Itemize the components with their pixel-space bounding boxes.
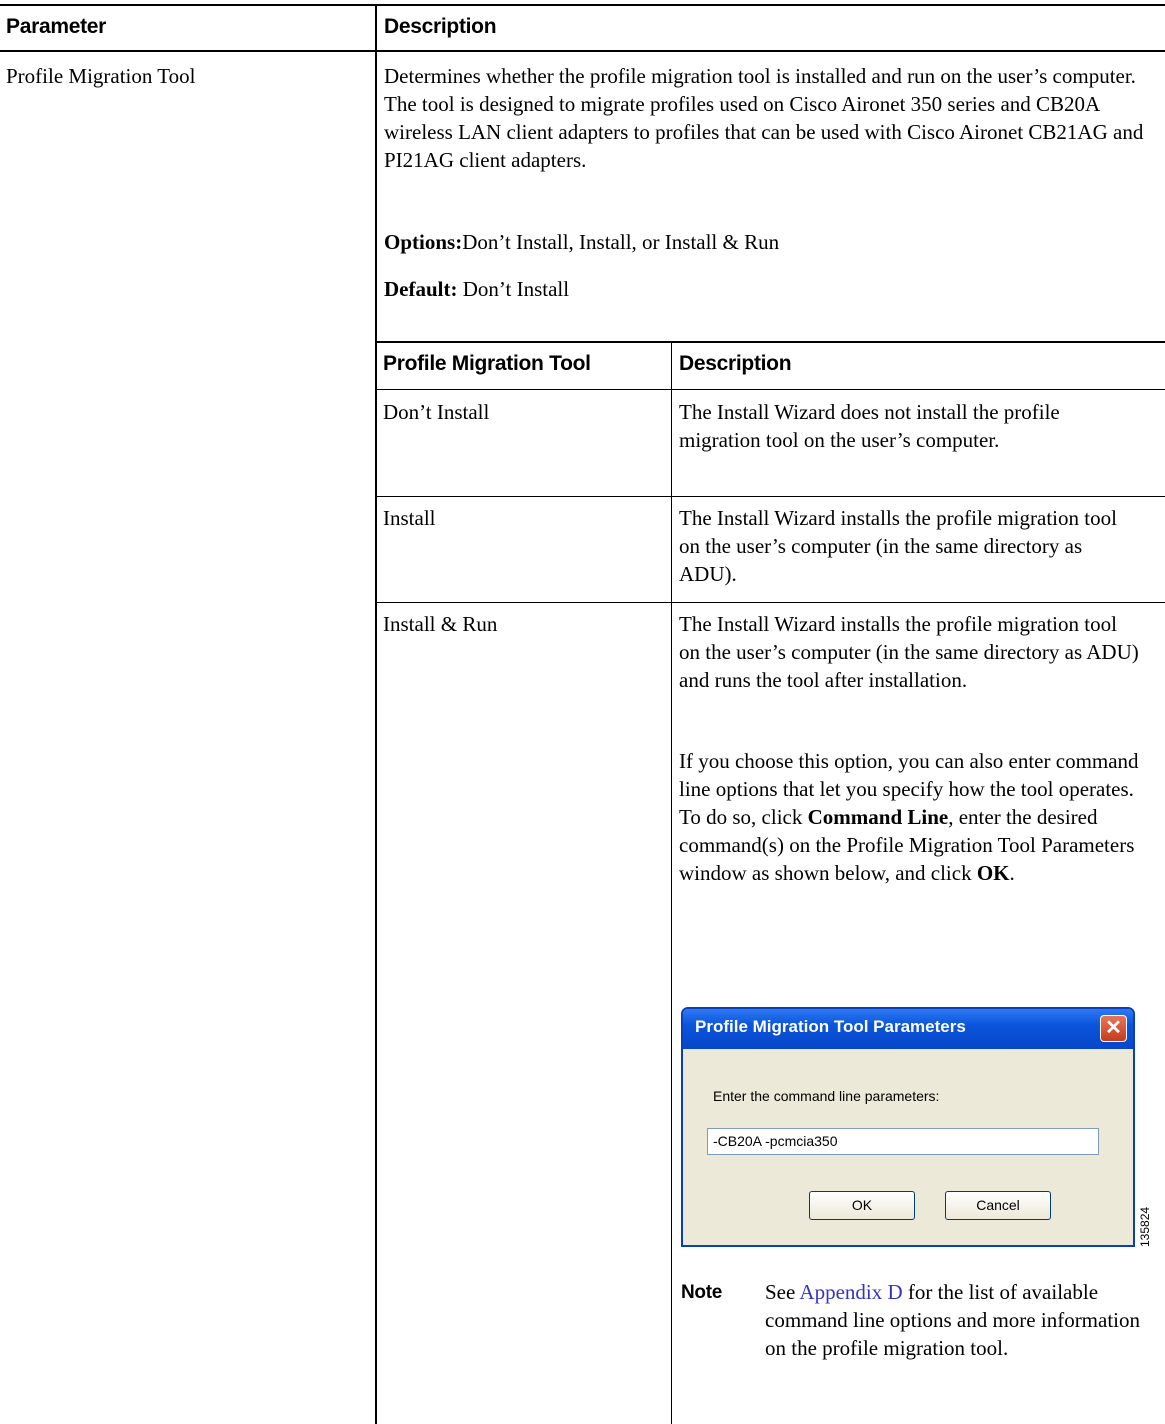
subtable-row-option: Don’t Install [383, 400, 490, 424]
install-run-text-part3: . [1009, 861, 1015, 885]
dialog-title-bar: Profile Migration Tool Parameters ✕ [683, 1009, 1133, 1049]
table-top-rule [0, 4, 1165, 6]
options-line: Options:Don’t Install, Install, or Insta… [384, 228, 779, 256]
parameter-name: Profile Migration Tool [6, 64, 196, 88]
subtable-top-rule [376, 341, 1165, 343]
header-description: Description [384, 15, 497, 38]
table-column-divider [375, 4, 377, 1424]
ok-label: OK [976, 861, 1010, 885]
install-run-extra-text: If you choose this option, you can also … [679, 747, 1149, 887]
subtable-header-rule [376, 389, 1165, 390]
options-label: Options: [384, 230, 463, 254]
ok-button[interactable]: OK [809, 1191, 915, 1220]
appendix-d-link[interactable]: Appendix D [799, 1280, 902, 1304]
parameter-description: Determines whether the profile migration… [384, 64, 1144, 172]
figure-id: 135824 [1138, 1206, 1152, 1247]
header-parameter: Parameter [6, 15, 107, 38]
subtable-row-option: Install [383, 506, 436, 530]
subtable-row2-rule [376, 602, 1165, 603]
subtable-row-description: The Install Wizard installs the profile … [679, 612, 1139, 692]
subtable-header-description: Description [679, 352, 792, 375]
profile-migration-dialog: Profile Migration Tool Parameters ✕ Ente… [681, 1007, 1135, 1247]
subtable-row1-rule [376, 496, 1165, 497]
table-header-rule [0, 50, 1165, 52]
subtable-column-divider [671, 341, 672, 1424]
note-text: See Appendix D for the list of available… [765, 1278, 1150, 1362]
subtable-row-description: The Install Wizard installs the profile … [679, 506, 1117, 586]
subtable-row-option: Install & Run [383, 612, 498, 636]
subtable-header-option: Profile Migration Tool [383, 352, 591, 375]
default-label: Default: [384, 277, 458, 301]
cancel-button[interactable]: Cancel [945, 1191, 1051, 1220]
note-text-part1: See [765, 1280, 800, 1304]
default-line: Default: Don’t Install [384, 275, 569, 303]
command-line-label: Command Line [807, 805, 949, 829]
dialog-title: Profile Migration Tool Parameters [695, 1017, 966, 1036]
default-value: Don’t Install [457, 277, 570, 301]
dialog-label: Enter the command line parameters: [713, 1088, 940, 1104]
note-label: Note [681, 1282, 723, 1303]
command-line-input[interactable]: -CB20A -pcmcia350 [707, 1128, 1099, 1155]
close-icon[interactable]: ✕ [1100, 1015, 1127, 1042]
options-value: Don’t Install, Install, or Install & Run [462, 230, 780, 254]
subtable-row-description: The Install Wizard does not install the … [679, 400, 1060, 452]
